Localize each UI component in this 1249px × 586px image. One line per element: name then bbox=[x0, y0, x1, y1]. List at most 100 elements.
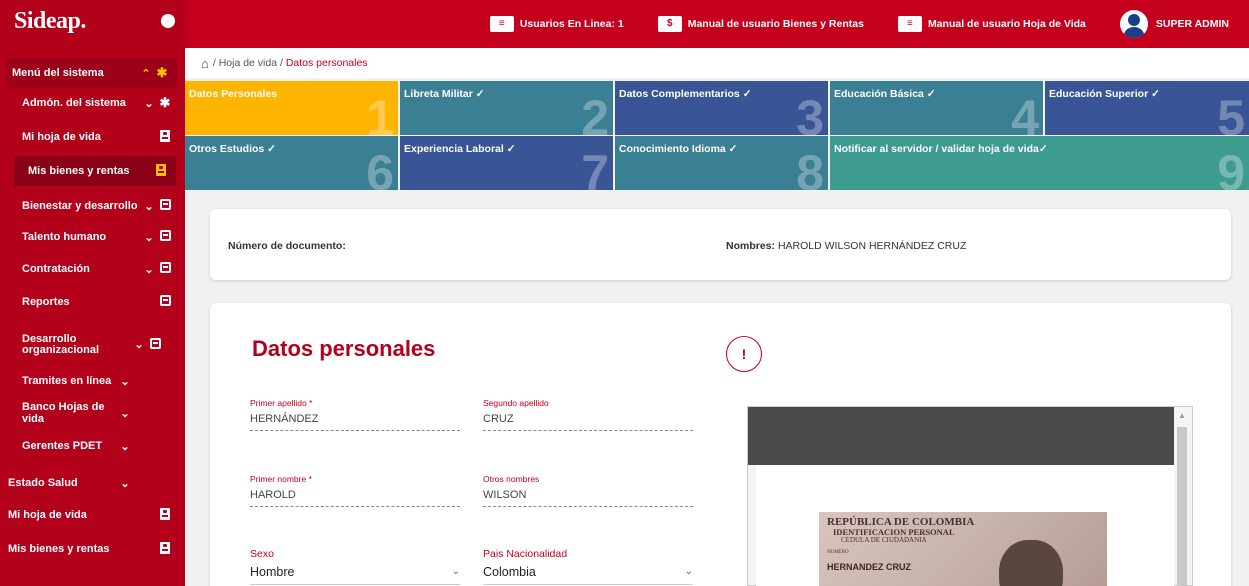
step-number: 6 bbox=[366, 145, 394, 190]
chevron-down-icon: ⌄ bbox=[144, 97, 154, 110]
app-logo[interactable]: Sideap. bbox=[14, 8, 86, 35]
step-label: Libreta Militar ✓ bbox=[404, 88, 485, 100]
step-label: Educación Superior ✓ bbox=[1049, 88, 1160, 100]
sidebar-item-talento-humano[interactable]: Talento humano ⌄ bbox=[0, 222, 180, 252]
breadcrumb-path[interactable]: / Hoja de vida / bbox=[213, 57, 283, 69]
online-users-link[interactable]: ≡ Usuarios En Linea: 1 bbox=[489, 16, 624, 32]
calendar-icon bbox=[156, 295, 174, 309]
step-number: 4 bbox=[1011, 90, 1039, 135]
sidebar-item-desarrollo-organizacional[interactable]: Desarrollo organizacional ⌄ bbox=[0, 328, 180, 362]
sidebar-item-label: Bienestar y desarrollo bbox=[22, 200, 138, 212]
step-number: 9 bbox=[1217, 145, 1245, 190]
field-value: CRUZ bbox=[483, 413, 514, 425]
primer-apellido-field[interactable]: Primer apellido * HERNÁNDEZ bbox=[250, 398, 460, 431]
manual-bienes-link[interactable]: $ Manual de usuario Bienes y Rentas bbox=[657, 16, 864, 32]
sidebar-item-menu-del-sistema[interactable]: Menú del sistema ⌃ ✱ bbox=[6, 58, 177, 88]
calendar-icon bbox=[156, 230, 174, 244]
pais-nacionalidad-select[interactable]: Pais Nacionalidad Colombia ⌄ bbox=[483, 548, 693, 585]
sidebar-item-bienestar-desarrollo[interactable]: Bienestar y desarrollo ⌄ bbox=[0, 191, 180, 221]
users-list-icon: ≡ bbox=[489, 16, 514, 32]
sidebar-item-mis-bienes-y-rentas-2[interactable]: Mis bienes y rentas bbox=[0, 534, 180, 564]
step-notificar-servidor[interactable]: Notificar al servidor / validar hoja de … bbox=[830, 136, 1249, 190]
step-libreta-militar[interactable]: Libreta Militar ✓ 2 bbox=[400, 81, 613, 135]
document-number-label: Número de documento: bbox=[228, 240, 346, 252]
field-value: Hombre bbox=[250, 565, 295, 579]
sidebar-item-contratacion[interactable]: Contratación ⌄ bbox=[0, 254, 180, 284]
sidebar-item-mis-bienes-y-rentas[interactable]: Mis bienes y rentas bbox=[14, 156, 176, 186]
sidebar-item-mi-hoja-de-vida-2[interactable]: Mi hoja de vida bbox=[0, 500, 180, 530]
person-names: Nombres: HAROLD WILSON HERNÁNDEZ CRUZ bbox=[726, 240, 966, 252]
sidebar-item-tramites-en-linea[interactable]: Tramites en línea ⌄ bbox=[0, 366, 180, 396]
step-number: 7 bbox=[581, 145, 609, 190]
preview-page: REPÚBLICA DE COLOMBIA IDENTIFICACION PER… bbox=[756, 465, 1174, 586]
field-label: Sexo bbox=[250, 548, 274, 560]
id-card-icon bbox=[156, 507, 174, 523]
preview-toolbar bbox=[748, 407, 1174, 465]
step-educacion-basica[interactable]: Educación Básica ✓ 4 bbox=[830, 81, 1043, 135]
step-number: 3 bbox=[796, 90, 824, 135]
step-label: Experiencia Laboral ✓ bbox=[404, 143, 516, 155]
sidebar-item-estado-salud[interactable]: Estado Salud ⌄ bbox=[0, 468, 180, 498]
step-experiencia-laboral[interactable]: Experiencia Laboral ✓ 7 bbox=[400, 136, 613, 190]
field-value: HAROLD bbox=[250, 489, 296, 501]
user-menu[interactable]: SUPER ADMIN bbox=[1119, 10, 1229, 38]
preview-scrollbar[interactable]: ▲ bbox=[1174, 407, 1192, 585]
manual-hoja-label: Manual de usuario Hoja de Vida bbox=[927, 18, 1086, 30]
step-educacion-superior[interactable]: Educación Superior ✓ 5 bbox=[1045, 81, 1249, 135]
chevron-down-icon: ⌄ bbox=[120, 375, 130, 388]
step-datos-personales[interactable]: Datos Personales 1 bbox=[185, 81, 398, 135]
step-datos-complementarios[interactable]: Datos Complementarios ✓ 3 bbox=[615, 81, 828, 135]
id-card-text: CEDULA DE CIUDADANIA bbox=[841, 536, 927, 544]
sidebar-item-label: Admón. del sistema bbox=[22, 97, 126, 109]
scroll-up-icon[interactable]: ▲ bbox=[1178, 411, 1186, 420]
primer-nombre-field[interactable]: Primer nombre * HAROLD bbox=[250, 474, 460, 507]
sidebar-item-banco-hojas-de-vida[interactable]: Banco Hojas de vida ⌄ bbox=[0, 398, 180, 428]
document-preview[interactable]: REPÚBLICA DE COLOMBIA IDENTIFICACION PER… bbox=[747, 406, 1193, 586]
gear-icon: ✱ bbox=[159, 95, 171, 110]
alert-icon[interactable]: ! bbox=[726, 336, 762, 372]
sidebar-item-admon-sistema[interactable]: Admón. del sistema ⌄ ✱ bbox=[0, 88, 180, 118]
online-users-label: Usuarios En Linea: 1 bbox=[519, 18, 624, 30]
sexo-select[interactable]: Sexo Hombre ⌄ bbox=[250, 548, 460, 585]
chevron-down-icon: ⌄ bbox=[120, 477, 130, 490]
manual-bienes-label: Manual de usuario Bienes y Rentas bbox=[687, 18, 864, 30]
chevron-down-icon: ⌄ bbox=[144, 231, 154, 244]
step-label: Notificar al servidor / validar hoja de … bbox=[834, 143, 1048, 155]
scroll-thumb[interactable] bbox=[1177, 427, 1187, 585]
step-number: 2 bbox=[581, 90, 609, 135]
step-number: 5 bbox=[1217, 90, 1245, 135]
chevron-up-icon: ⌃ bbox=[141, 67, 151, 80]
field-label: Segundo apellido bbox=[483, 398, 549, 408]
calendar-icon bbox=[156, 262, 174, 276]
sidebar-item-gerentes-pdet[interactable]: Gerentes PDET ⌄ bbox=[0, 431, 180, 461]
otros-nombres-field[interactable]: Otros nombres WILSON bbox=[483, 474, 693, 507]
id-card-icon: ≡ bbox=[897, 16, 922, 32]
segundo-apellido-field[interactable]: Segundo apellido CRUZ bbox=[483, 398, 693, 431]
field-value: HERNÁNDEZ bbox=[250, 413, 319, 425]
sidebar-item-label: Mi hoja de vida bbox=[22, 131, 101, 143]
step-label: Otros Estudios ✓ bbox=[189, 143, 276, 155]
field-label: Pais Nacionalidad bbox=[483, 548, 568, 560]
id-card-text: HERNANDEZ CRUZ bbox=[827, 562, 911, 572]
topbar: ≡ Usuarios En Linea: 1 $ Manual de usuar… bbox=[185, 0, 1249, 48]
manual-hoja-link[interactable]: ≡ Manual de usuario Hoja de Vida bbox=[897, 16, 1086, 32]
chevron-down-icon: ⌄ bbox=[134, 338, 144, 351]
chevron-down-icon: ⌄ bbox=[120, 407, 130, 420]
breadcrumb-current: Datos personales bbox=[285, 57, 368, 69]
home-icon[interactable]: ⌂ bbox=[201, 56, 209, 71]
step-otros-estudios[interactable]: Otros Estudios ✓ 6 bbox=[185, 136, 398, 190]
gear-icon: ✱ bbox=[156, 65, 168, 80]
sidebar-item-label: Talento humano bbox=[22, 231, 107, 243]
step-conocimiento-idioma[interactable]: Conocimiento Idioma ✓ 8 bbox=[615, 136, 828, 190]
field-label: Otros nombres bbox=[483, 474, 540, 484]
field-label: Primer nombre * bbox=[250, 474, 312, 484]
person-names-label: Nombres: bbox=[726, 240, 776, 252]
sidebar-item-mi-hoja-de-vida[interactable]: Mi hoja de vida bbox=[0, 122, 180, 152]
sidebar-item-reportes[interactable]: Reportes bbox=[0, 287, 180, 317]
chevron-down-icon: ⌄ bbox=[120, 440, 130, 453]
sidebar-item-label: Estado Salud bbox=[8, 477, 78, 489]
field-value: Colombia bbox=[483, 565, 536, 579]
field-value: WILSON bbox=[483, 489, 527, 501]
step-label: Educación Básica ✓ bbox=[834, 88, 936, 100]
sidebar-toggle-icon[interactable] bbox=[161, 14, 175, 28]
